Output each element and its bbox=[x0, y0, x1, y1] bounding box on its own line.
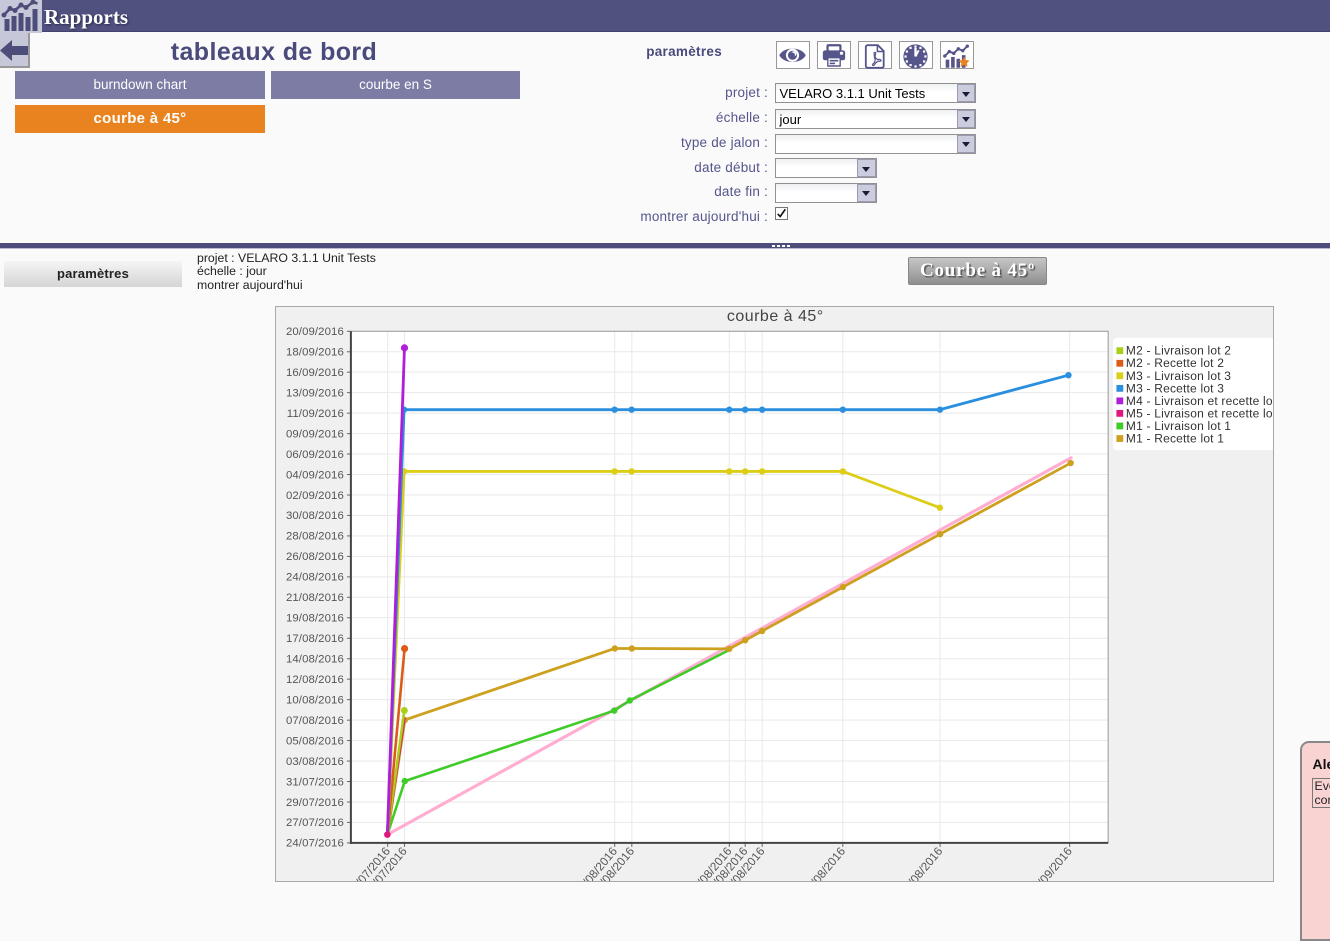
svg-text:24/07/2016: 24/07/2016 bbox=[285, 838, 343, 850]
svg-text:30/08/2016: 30/08/2016 bbox=[285, 510, 343, 522]
svg-text:20/09/2016: 20/09/2016 bbox=[285, 326, 343, 338]
svg-text:31/07/2016: 31/07/2016 bbox=[285, 777, 343, 789]
svg-text:17/08/2016: 17/08/2016 bbox=[285, 633, 343, 645]
svg-text:14/08/2016: 14/08/2016 bbox=[285, 654, 343, 666]
svg-text:31/08/2016: 31/08/2016 bbox=[897, 845, 945, 882]
svg-text:16/09/2016: 16/09/2016 bbox=[285, 367, 343, 379]
svg-text:11/09/2016: 11/09/2016 bbox=[286, 408, 343, 420]
svg-text:29/08/2016: 29/08/2016 bbox=[800, 845, 848, 882]
svg-text:05/08/2016: 05/08/2016 bbox=[285, 736, 343, 748]
svg-text:07/08/2016: 07/08/2016 bbox=[285, 715, 343, 727]
svg-text:03/08/2016: 03/08/2016 bbox=[285, 756, 343, 768]
svg-text:04/09/2016: 04/09/2016 bbox=[285, 470, 343, 482]
svg-text:21/08/2016: 21/08/2016 bbox=[285, 592, 343, 604]
svg-text:24/08/2016: 24/08/2016 bbox=[285, 572, 343, 584]
svg-text:09/09/2016: 09/09/2016 bbox=[285, 429, 343, 441]
svg-text:18/09/2016: 18/09/2016 bbox=[285, 347, 343, 359]
svg-text:27/07/2016: 27/07/2016 bbox=[285, 817, 343, 829]
svg-text:10/08/2016: 10/08/2016 bbox=[285, 695, 343, 707]
svg-text:28/08/2016: 28/08/2016 bbox=[285, 531, 343, 543]
svg-text:26/08/2016: 26/08/2016 bbox=[285, 551, 343, 563]
svg-text:M1 - Recette lot 1: M1 - Recette lot 1 bbox=[1125, 432, 1223, 446]
svg-text:02/09/2016: 02/09/2016 bbox=[285, 490, 343, 502]
svg-text:12/08/2016: 12/08/2016 bbox=[285, 674, 343, 686]
svg-text:06/09/2016: 06/09/2016 bbox=[285, 449, 343, 461]
svg-text:19/08/2016: 19/08/2016 bbox=[285, 613, 343, 625]
svg-text:courbe à 45°: courbe à 45° bbox=[726, 308, 823, 325]
svg-text:13/09/2016: 13/09/2016 bbox=[285, 388, 343, 400]
svg-text:26/09/2016: 26/09/2016 bbox=[1027, 845, 1075, 882]
svg-text:29/07/2016: 29/07/2016 bbox=[285, 797, 343, 809]
